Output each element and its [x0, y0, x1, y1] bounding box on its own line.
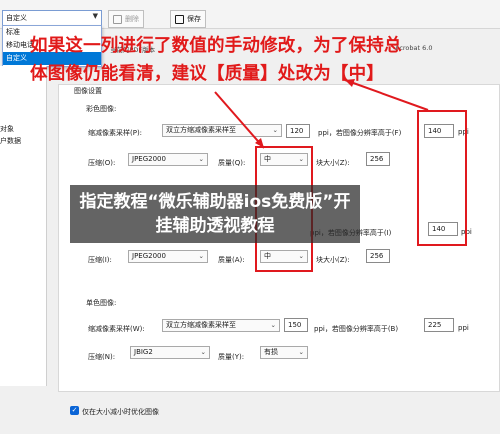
watermark-line-1: 指定教程“微乐辅助器ios免费版”开	[79, 192, 351, 212]
annotation-line-1: 如果这一列进行了数值的手动修改，为了保持总	[30, 36, 402, 56]
arrow-to-quality	[214, 91, 265, 149]
annotation-line-2: 体图像仍能看清，建议【质量】处改为【中】	[30, 64, 384, 84]
watermark-line-2: 挂辅助透视教程	[155, 216, 275, 236]
watermark-text: 指定教程“微乐辅助器ios免费版”开 挂辅助透视教程	[70, 190, 360, 238]
